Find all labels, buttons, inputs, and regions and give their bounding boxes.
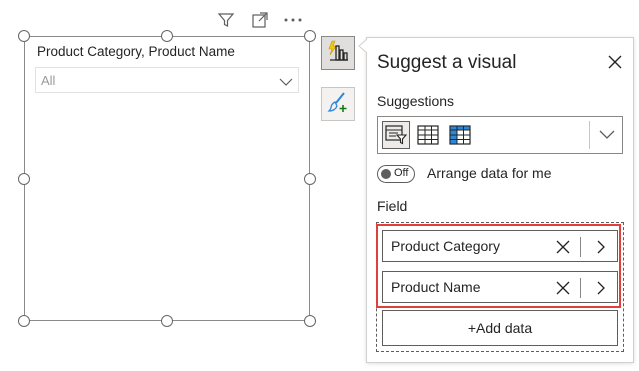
toggle-knob	[381, 169, 391, 179]
more-options-icon[interactable]	[283, 10, 303, 30]
resize-handle-left[interactable]	[18, 173, 30, 185]
suggestions-divider	[589, 121, 590, 149]
matrix-icon[interactable]	[446, 121, 474, 149]
panel-caret	[358, 38, 368, 54]
arrange-data-toggle[interactable]: Off	[377, 165, 415, 183]
focus-mode-icon[interactable]	[250, 10, 270, 30]
format-brush-icon	[327, 91, 349, 118]
highlight-box	[376, 224, 621, 308]
format-visual-button[interactable]	[321, 87, 355, 121]
resize-handle-bottom-right[interactable]	[304, 315, 316, 327]
panel-title: Suggest a visual	[377, 52, 517, 73]
filter-icon[interactable]	[216, 10, 236, 30]
field-label: Field	[377, 198, 408, 214]
close-icon[interactable]	[605, 52, 625, 72]
resize-handle-bottom-left[interactable]	[18, 315, 30, 327]
resize-handle-top[interactable]	[161, 30, 173, 42]
suggestions-selector[interactable]	[377, 116, 623, 154]
slicer-visual[interactable]: Product Category, Product Name All	[24, 36, 310, 321]
table-icon[interactable]	[414, 121, 442, 149]
chevron-down-icon[interactable]	[598, 127, 616, 145]
add-data-button[interactable]: +Add data	[382, 310, 618, 346]
arrange-data-label: Arrange data for me	[427, 165, 552, 181]
resize-handle-top-left[interactable]	[18, 30, 30, 42]
resize-handle-top-right[interactable]	[304, 30, 316, 42]
suggest-visual-panel: Suggest a visual Suggestions Off Arrange…	[366, 37, 634, 363]
resize-handle-right[interactable]	[304, 173, 316, 185]
toggle-state: Off	[394, 167, 409, 179]
slicer-icon[interactable]	[382, 121, 410, 149]
chevron-down-icon	[279, 74, 293, 92]
resize-handle-bottom[interactable]	[161, 315, 173, 327]
slicer-title: Product Category, Product Name	[37, 44, 235, 59]
suggest-visual-button[interactable]	[321, 36, 355, 70]
suggest-visual-icon	[327, 40, 349, 67]
suggestions-label: Suggestions	[377, 93, 455, 109]
slicer-dropdown-value: All	[41, 73, 56, 88]
slicer-dropdown[interactable]: All	[35, 67, 299, 93]
